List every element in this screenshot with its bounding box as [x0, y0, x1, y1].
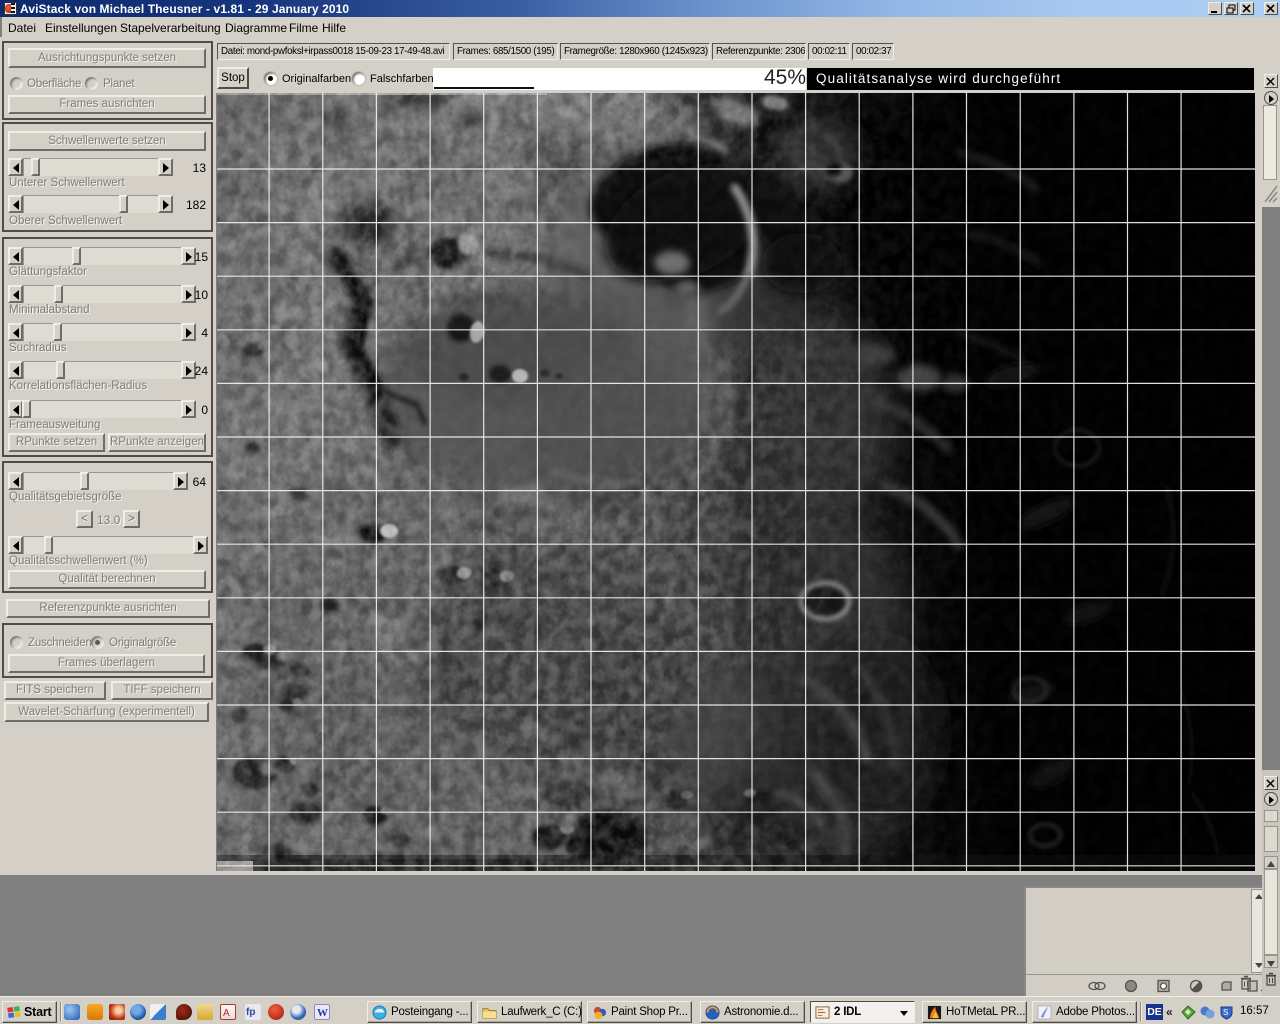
svg-text:S: S: [1223, 1008, 1228, 1017]
svg-text:A: A: [223, 1008, 230, 1019]
svg-text:fp: fp: [246, 1007, 255, 1018]
svg-text:W: W: [317, 1007, 328, 1019]
